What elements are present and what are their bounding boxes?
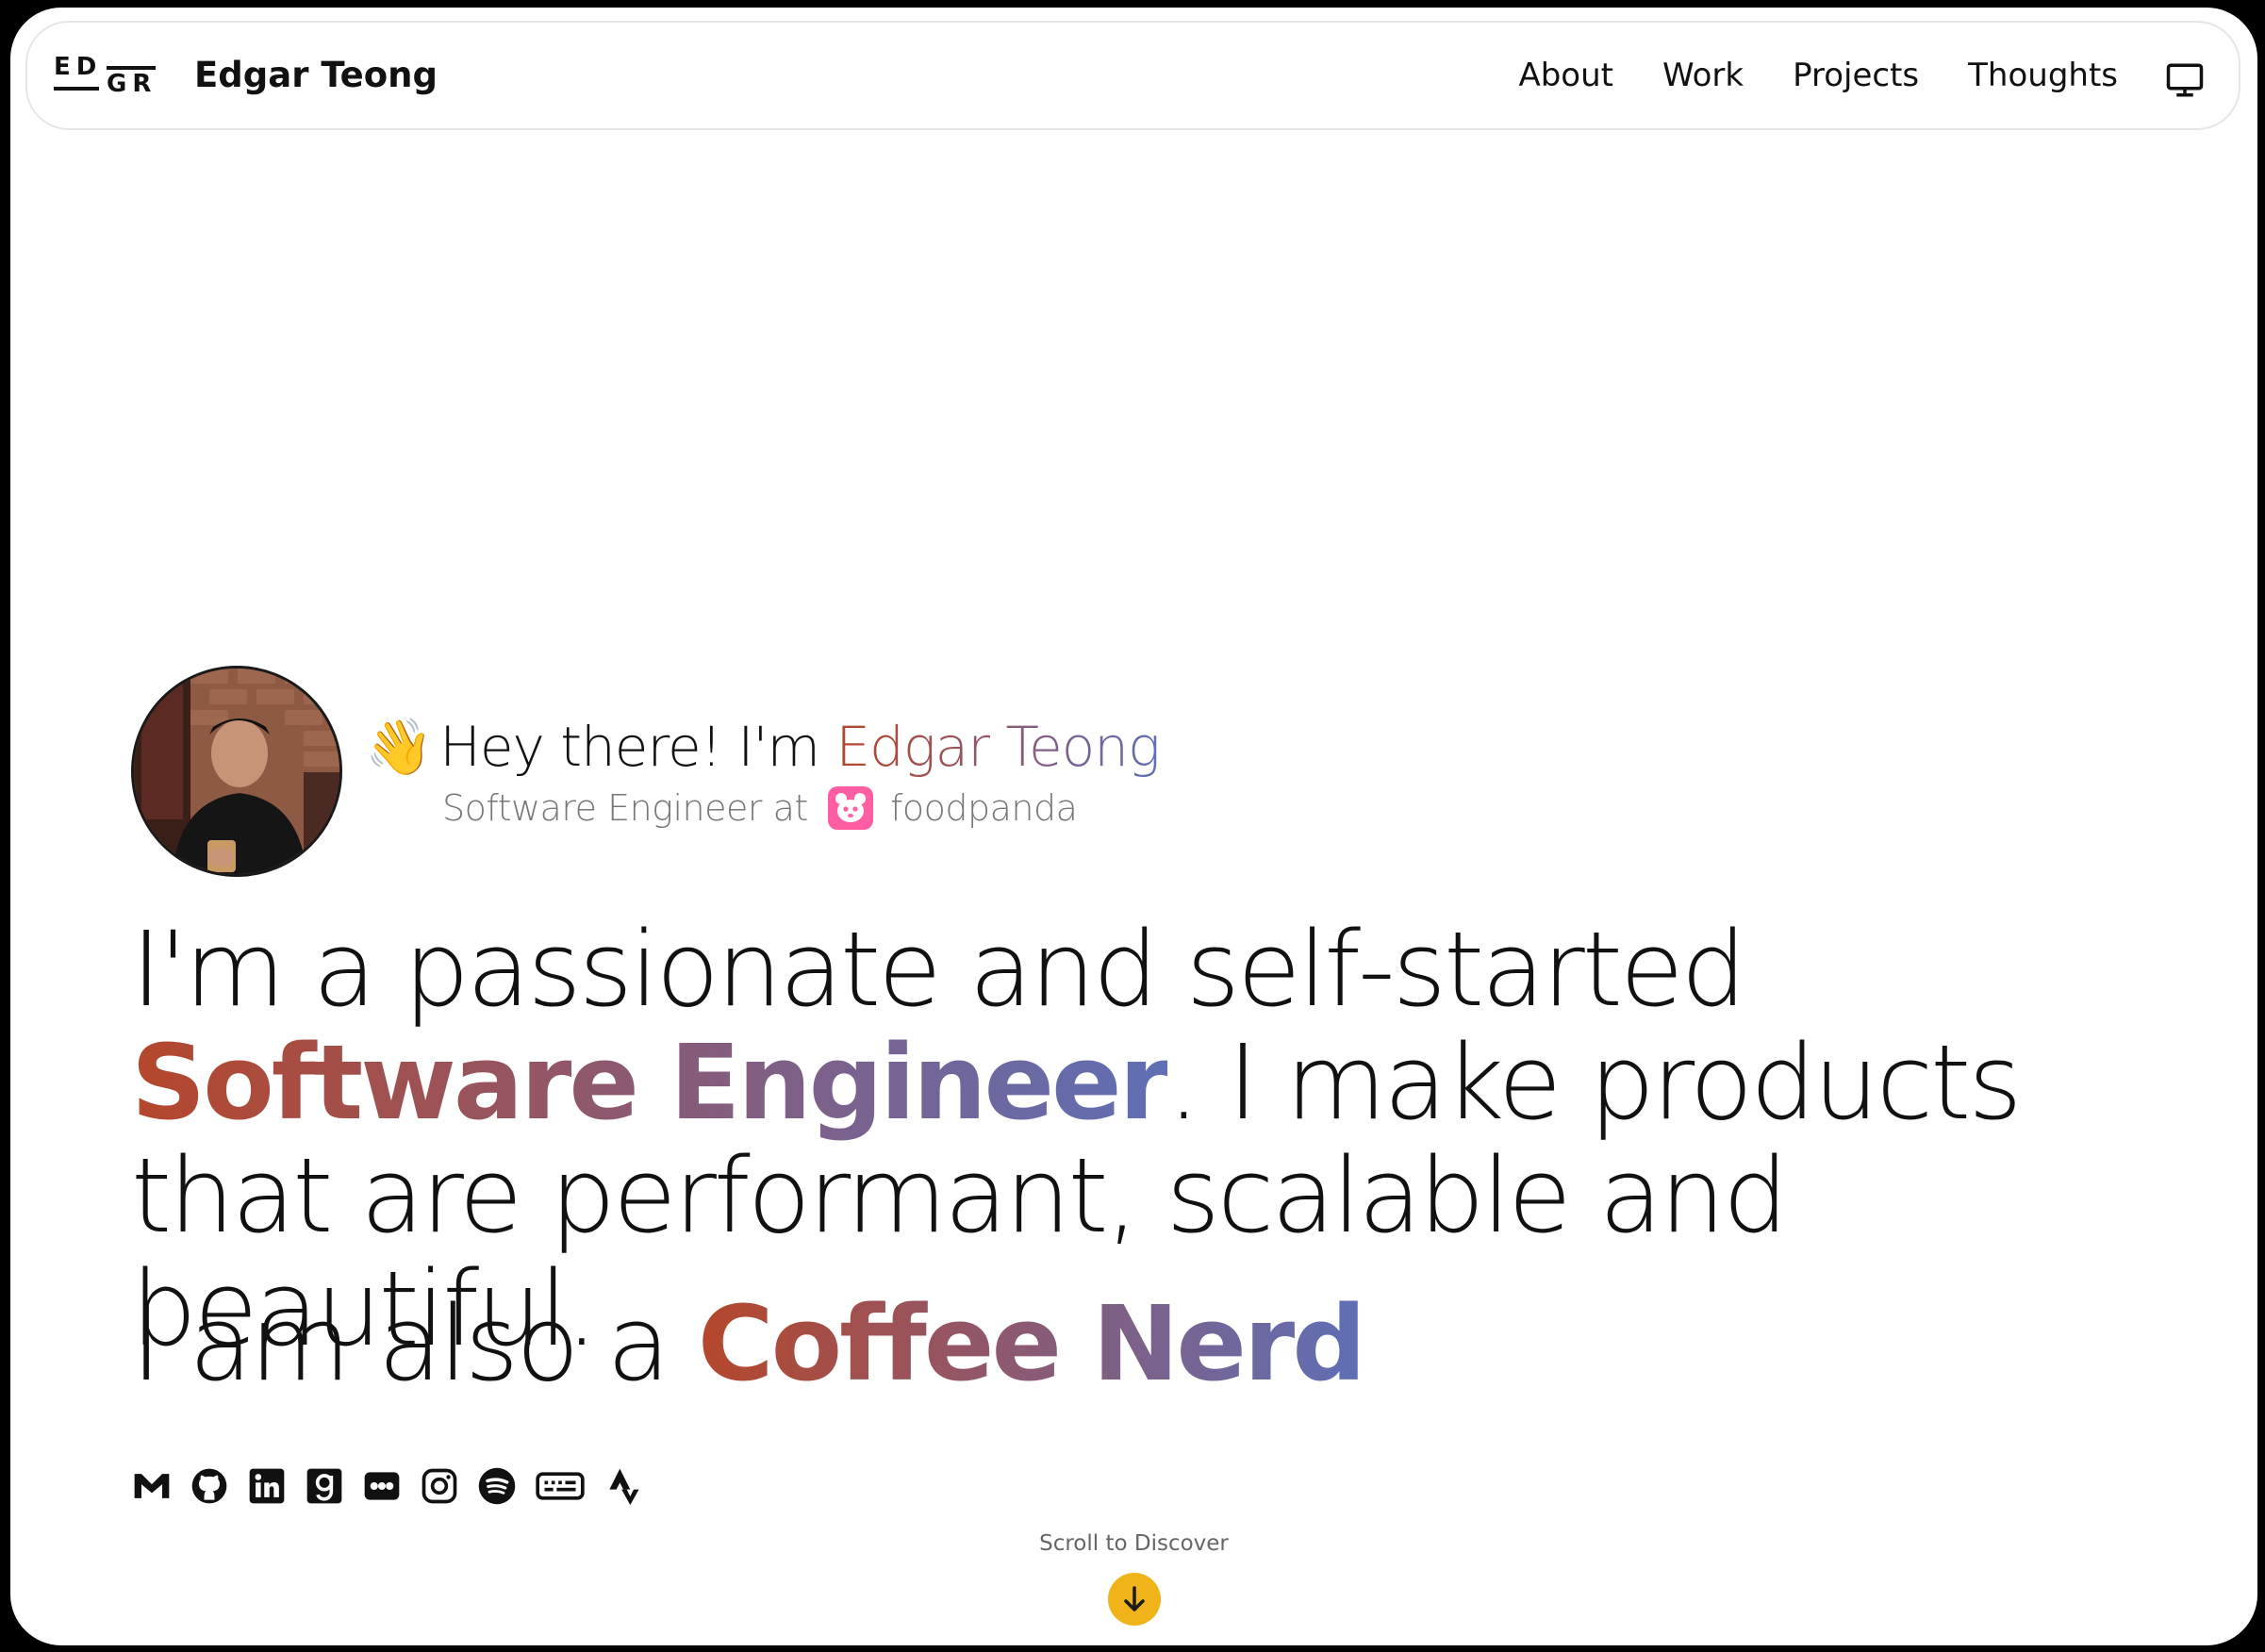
page-frame: ED GR Edgar Teong About Work Projects Th…: [10, 8, 2257, 1645]
strava-icon[interactable]: [603, 1465, 644, 1507]
foodpanda-icon[interactable]: [828, 786, 874, 830]
brand-name[interactable]: Edgar Teong: [194, 55, 438, 95]
github-icon[interactable]: [189, 1465, 230, 1507]
logo-bar: [54, 87, 99, 91]
scroll-hint: Scroll to Discover: [1039, 1531, 1229, 1556]
top-navbar: ED GR Edgar Teong About Work Projects Th…: [25, 21, 2240, 130]
greeting: 👋 Hey there! I'm Edgar Teong: [365, 715, 1161, 780]
statement-part1: I'm a passionate and self-started: [131, 909, 1746, 1030]
arrow-down-icon: [1124, 1586, 1145, 1611]
social-links: [131, 1465, 644, 1507]
nav-about[interactable]: About: [1518, 57, 1613, 94]
coffee-prefix: I am also a: [131, 1283, 698, 1404]
coffee-statement: I am also a Coffee Nerd: [131, 1283, 1366, 1404]
statement-highlight: Software Engineer: [131, 1022, 1170, 1143]
coffee-highlight: Coffee Nerd: [697, 1283, 1366, 1404]
avatar: [131, 666, 342, 877]
goodreads-icon[interactable]: [304, 1465, 345, 1507]
company-name[interactable]: foodpanda: [890, 787, 1078, 829]
wave-emoji: 👋: [365, 715, 433, 779]
linkedin-icon[interactable]: [246, 1465, 288, 1507]
gmail-icon[interactable]: [131, 1465, 173, 1507]
greeting-name: Edgar Teong: [835, 715, 1160, 779]
nav-links: About Work Projects Thoughts: [1518, 57, 2118, 94]
logo-line2: GR: [107, 70, 157, 98]
profile-photo: [134, 669, 339, 874]
nav-thoughts[interactable]: Thoughts: [1968, 57, 2118, 94]
monitor-icon[interactable]: [2165, 60, 2205, 100]
scroll-down-button[interactable]: [1108, 1573, 1161, 1626]
spotify-icon[interactable]: [476, 1465, 518, 1507]
logo-icon[interactable]: ED GR: [54, 53, 157, 100]
subtitle: Software Engineer at foodpanda: [442, 786, 1078, 830]
logo-line1: ED: [54, 53, 103, 81]
nav-projects[interactable]: Projects: [1793, 57, 1919, 94]
greeting-prefix: Hey there! I'm: [439, 715, 820, 779]
flickr-icon[interactable]: [361, 1465, 403, 1507]
subtitle-prefix: Software Engineer at: [442, 787, 808, 829]
nav-work[interactable]: Work: [1662, 57, 1744, 94]
monkeytype-icon[interactable]: [534, 1465, 587, 1507]
instagram-icon[interactable]: [419, 1465, 460, 1507]
